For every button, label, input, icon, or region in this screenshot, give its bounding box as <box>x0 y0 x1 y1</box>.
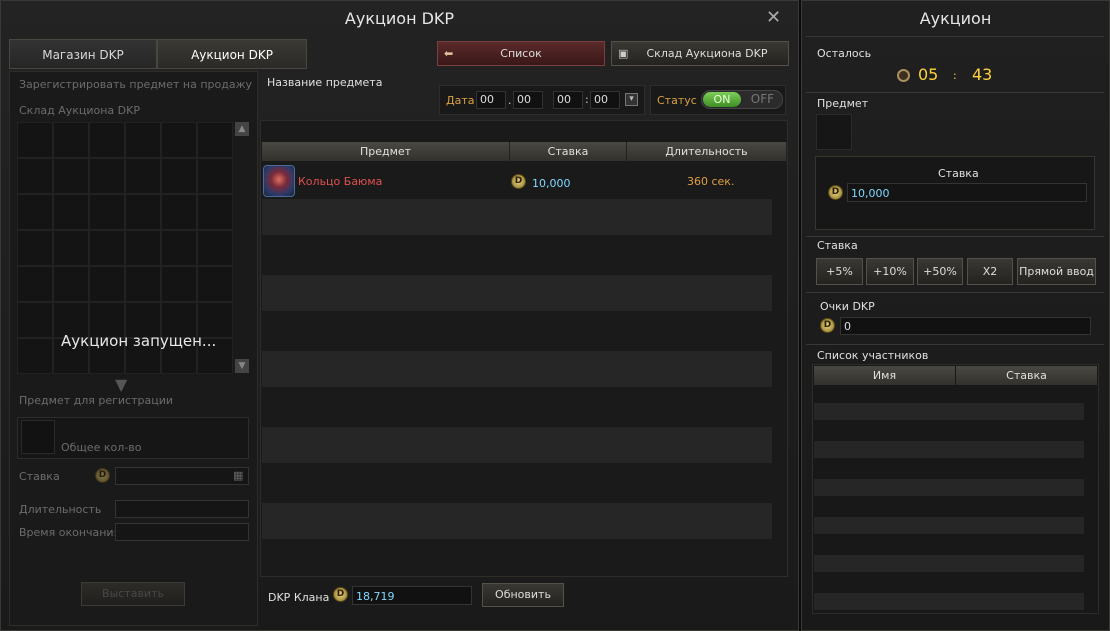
warehouse-button[interactable]: ▣ Склад Аукциона DKP <box>611 41 789 66</box>
col-header-participant-bid[interactable]: Ставка <box>956 366 1097 385</box>
dkp-coin-icon: D <box>828 185 843 200</box>
calculator-icon[interactable]: ▦ <box>233 469 243 482</box>
end-time-field <box>115 523 249 541</box>
ring-item-icon <box>263 165 295 197</box>
row-bid-value: 10,000 <box>532 177 571 190</box>
bid-plus10-button[interactable]: +10% <box>866 258 914 285</box>
total-qty-label: Общее кол-во <box>61 441 142 454</box>
empty-row <box>814 479 1084 496</box>
empty-row <box>262 427 772 463</box>
warehouse-icon: ▣ <box>618 47 629 60</box>
timer-minutes: 05 <box>918 65 939 84</box>
current-bid-value: 10,000 <box>847 183 1087 202</box>
col-header-duration[interactable]: Длительность <box>627 142 787 161</box>
item-name-label: Название предмета <box>267 76 383 89</box>
duration-field[interactable] <box>115 500 249 518</box>
arrow-left-icon: ⬅ <box>444 47 454 60</box>
register-label: Зарегистрировать предмет на продажу <box>19 78 252 91</box>
item-label: Предмет <box>817 97 869 110</box>
time-min-input[interactable]: 00 <box>590 91 620 109</box>
warehouse-label: Склад Аукциона DKP <box>19 104 140 117</box>
empty-row <box>814 517 1084 534</box>
bid-direct-input-button[interactable]: Прямой ввод <box>1017 258 1096 285</box>
bid-section-label: Ставка <box>817 239 858 252</box>
toggle-off-label: OFF <box>750 92 774 106</box>
dkp-coin-icon: D <box>333 587 348 602</box>
registration-item-slot[interactable] <box>21 420 55 454</box>
date-dot: . <box>508 94 512 107</box>
auction-started-text: Аукцион запущен... <box>61 332 217 350</box>
register-bid-label: Ставка <box>19 470 60 483</box>
bid-x2-button[interactable]: X2 <box>967 258 1013 285</box>
empty-row <box>814 403 1084 420</box>
timer-seconds: 43 <box>972 65 993 84</box>
clan-dkp-label: DKP Клана <box>268 591 330 604</box>
divider <box>806 344 1104 345</box>
date-label: Дата <box>446 94 475 107</box>
status-toggle[interactable]: ON OFF <box>701 90 783 109</box>
row-item-name: Кольцо Баюма <box>298 175 383 188</box>
timer-icon <box>897 69 910 82</box>
empty-row <box>262 275 772 311</box>
empty-row <box>262 199 772 235</box>
table-row[interactable]: Кольцо Баюма D 10,000 360 сек. <box>262 164 772 198</box>
empty-row <box>814 441 1084 458</box>
dkp-coin-icon: D <box>511 174 526 189</box>
warehouse-button-label: Склад Аукциона DKP <box>646 47 768 60</box>
dkp-coin-icon: D <box>95 468 110 483</box>
divider <box>806 36 1104 37</box>
col-header-item[interactable]: Предмет <box>262 142 510 161</box>
bid-plus5-button[interactable]: +5% <box>816 258 863 285</box>
register-bid-input[interactable] <box>115 467 249 485</box>
list-button[interactable]: ⬅ Список <box>437 41 605 66</box>
item-for-registration-label: Предмет для регистрации <box>19 394 173 407</box>
divider <box>806 236 1104 237</box>
participants-label: Список участников <box>817 349 929 362</box>
scroll-down-icon[interactable]: ▼ <box>235 359 249 373</box>
dkp-coin-icon: D <box>820 318 835 333</box>
time-hour-input[interactable]: 00 <box>553 91 583 109</box>
remaining-label: Осталось <box>817 47 872 60</box>
toggle-on-label: ON <box>703 92 741 107</box>
date-month-input[interactable]: 00 <box>476 91 506 109</box>
col-header-bid[interactable]: Ставка <box>510 142 627 161</box>
end-time-label: Время окончания <box>19 526 121 539</box>
tab-dkp-shop[interactable]: Магазин DKP <box>9 39 157 69</box>
time-colon: : <box>585 93 589 106</box>
duration-label: Длительность <box>19 503 102 516</box>
row-duration: 360 сек. <box>687 175 735 188</box>
dkp-points-value: 0 <box>840 317 1091 335</box>
close-icon[interactable]: ✕ <box>766 9 784 27</box>
date-dropdown-icon[interactable]: ▾ <box>625 93 638 106</box>
empty-row <box>814 593 1084 610</box>
empty-row <box>262 351 772 387</box>
side-title: Аукцион <box>919 9 992 28</box>
empty-row <box>262 503 772 539</box>
clan-dkp-value: 18,719 <box>352 586 472 605</box>
divider <box>806 292 1104 293</box>
current-bid-label: Ставка <box>938 167 979 180</box>
bid-plus50-button[interactable]: +50% <box>917 258 963 285</box>
timer-separator: : <box>953 69 957 82</box>
refresh-button[interactable]: Обновить <box>482 583 564 607</box>
tab-dkp-auction[interactable]: Аукцион DKP <box>157 39 307 69</box>
list-button-label: Список <box>500 47 542 60</box>
dkp-points-label: Очки DKP <box>820 300 875 313</box>
date-day-input[interactable]: 00 <box>513 91 543 109</box>
auction-item-slot <box>816 114 852 150</box>
submit-button[interactable]: Выставить <box>81 582 185 606</box>
empty-row <box>814 555 1084 572</box>
col-header-name[interactable]: Имя <box>814 366 955 385</box>
dkp-auction-window: Аукцион DKP ✕ Магазин DKP Аукцион DKP ⬅ … <box>0 0 799 631</box>
arrow-down-icon: ▼ <box>115 375 128 394</box>
status-label: Статус <box>657 94 697 107</box>
scroll-up-icon[interactable]: ▲ <box>235 122 249 136</box>
window-title: Аукцион DKP <box>344 9 455 28</box>
divider <box>806 92 1104 93</box>
